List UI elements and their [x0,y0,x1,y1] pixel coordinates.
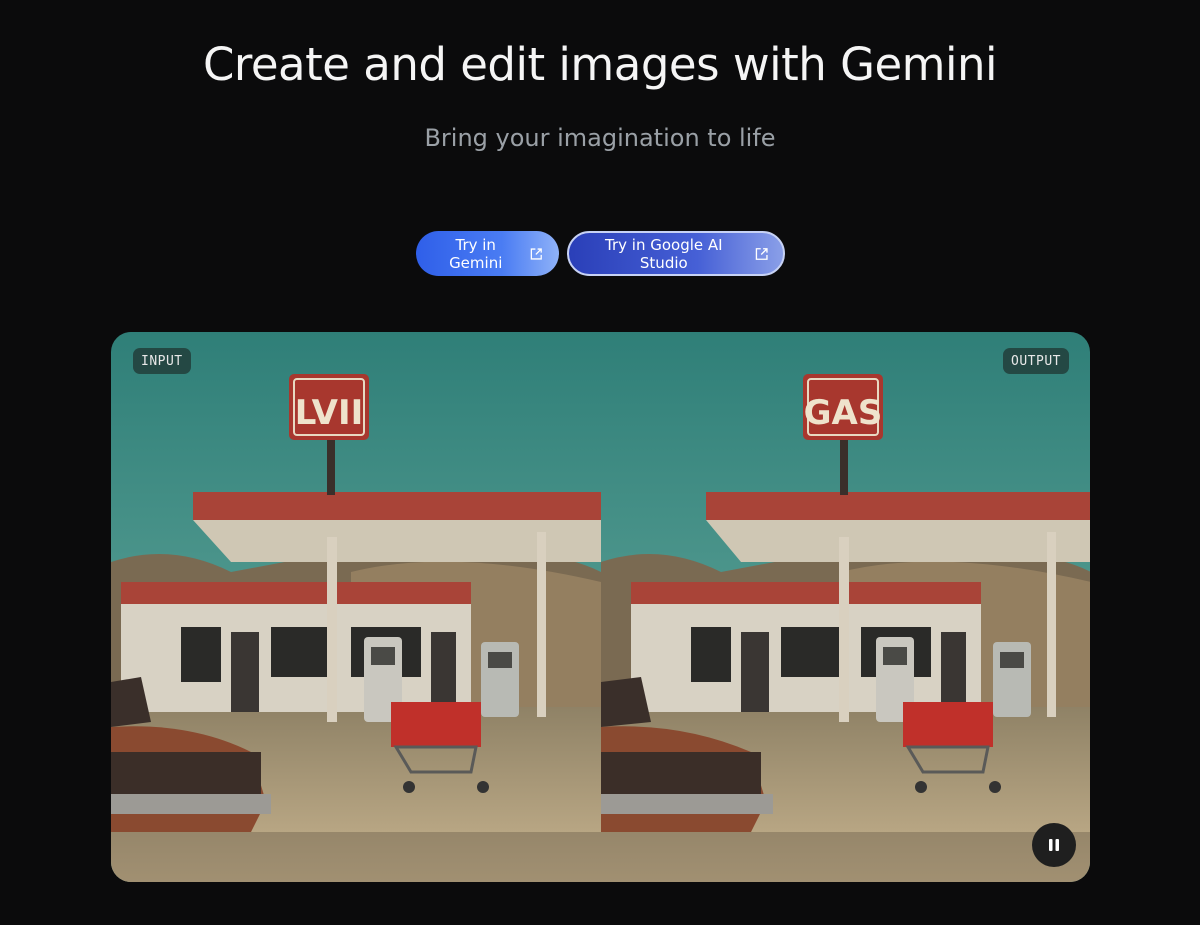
pause-icon [1049,839,1059,851]
external-link-icon [755,247,768,260]
try-in-gemini-button[interactable]: Try in Gemini [415,231,559,276]
page-subtitle: Bring your imagination to life [424,124,776,152]
output-panel: GAS OUTPUT [601,332,1090,882]
input-image: LVII [111,332,601,882]
try-in-ai-studio-label: Try in Google AI Studio [605,235,723,272]
input-panel: LVII INPUT [111,332,601,882]
pause-button[interactable] [1032,823,1076,867]
output-image: GAS [601,332,1090,882]
page-title: Create and edit images with Gemini [202,38,998,91]
output-tag: OUTPUT [1003,348,1069,374]
image-comparison: LVII INPUT GAS OUTPUT [111,332,1090,882]
try-in-ai-studio-button[interactable]: Try in Google AI Studio [566,231,785,276]
cta-row: Try in Gemini Try in Google AI Studio [0,231,1200,276]
svg-text:LVII: LVII [295,393,364,433]
try-in-gemini-label: Try in Gemini [449,235,503,272]
input-tag: INPUT [133,348,191,374]
svg-text:GAS: GAS [804,393,883,433]
external-link-icon [530,247,542,260]
